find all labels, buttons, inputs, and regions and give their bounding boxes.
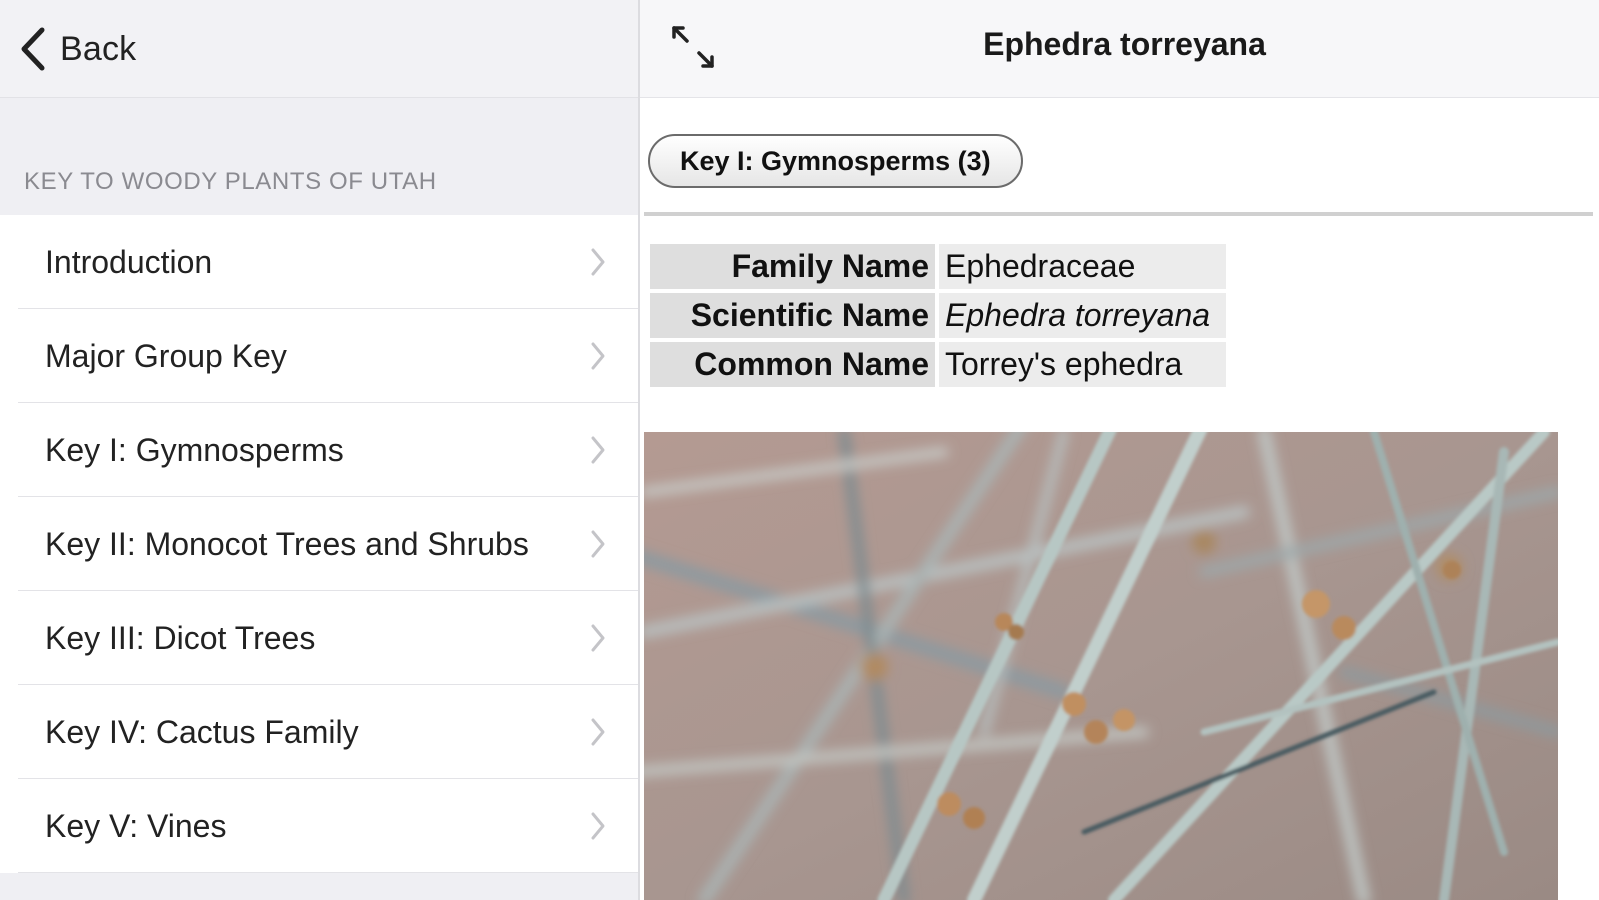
list-item-label: Key I: Gymnosperms [45,431,344,468]
plant-info-table: Family Name Ephedraceae Scientific Name … [646,240,1230,391]
table-row: Scientific Name Ephedra torreyana [650,293,1226,338]
detail-nav-bar: Ephedra torreyana [640,0,1599,98]
list-item-label: Key V: Vines [45,807,227,844]
common-name-label: Common Name [650,342,935,387]
chevron-right-icon [591,342,605,370]
detail-pane: Ephedra torreyana Key I: Gymnosperms (3)… [640,0,1599,900]
chevron-right-icon [591,436,605,464]
list-item-key-gymnosperms[interactable]: Key I: Gymnosperms [0,403,638,497]
family-name-value: Ephedraceae [939,244,1226,289]
page-title: Ephedra torreyana [983,26,1266,62]
list-item-key-vines[interactable]: Key V: Vines [0,779,638,873]
table-row: Common Name Torrey's ephedra [650,342,1226,387]
common-name-value: Torrey's ephedra [939,342,1226,387]
list-item-introduction[interactable]: Introduction [0,215,638,309]
list-item-key-dicot-trees[interactable]: Key III: Dicot Trees [0,591,638,685]
chevron-right-icon [591,248,605,276]
list-item-label: Key II: Monocot Trees and Shrubs [45,525,529,562]
list-item-key-monocots[interactable]: Key II: Monocot Trees and Shrubs [0,497,638,591]
plant-photo [644,432,1558,900]
plant-photo-image [644,432,1558,900]
table-row: Family Name Ephedraceae [650,244,1226,289]
back-button-label: Back [60,29,137,68]
back-button[interactable]: Back [18,24,136,74]
list-item-label: Major Group Key [45,337,287,374]
list-item-major-group-key[interactable]: Major Group Key [0,309,638,403]
sidebar: Back KEY TO WOODY PLANTS OF UTAH Introdu… [0,0,640,900]
divider [644,212,1593,216]
chevron-right-icon [591,624,605,652]
list-item-label: Key III: Dicot Trees [45,619,316,656]
section-header: KEY TO WOODY PLANTS OF UTAH [24,168,437,195]
list-item-label: Key IV: Cactus Family [45,713,359,750]
scientific-name-label: Scientific Name [650,293,935,338]
chevron-right-icon [591,718,605,746]
family-name-label: Family Name [650,244,935,289]
chevron-left-icon [21,27,45,71]
sidebar-nav-bar: Back [0,0,638,98]
list-item-label: Introduction [45,243,213,280]
scientific-name-value: Ephedra torreyana [939,293,1226,338]
chevron-right-icon [591,812,605,840]
key-breadcrumb-button[interactable]: Key I: Gymnosperms (3) [648,134,1023,188]
chevron-right-icon [591,530,605,558]
app-window: Back KEY TO WOODY PLANTS OF UTAH Introdu… [0,0,1599,900]
list-item-key-cactus[interactable]: Key IV: Cactus Family [0,685,638,779]
key-list: Introduction Major Group Key Key I: Gymn… [0,215,638,873]
